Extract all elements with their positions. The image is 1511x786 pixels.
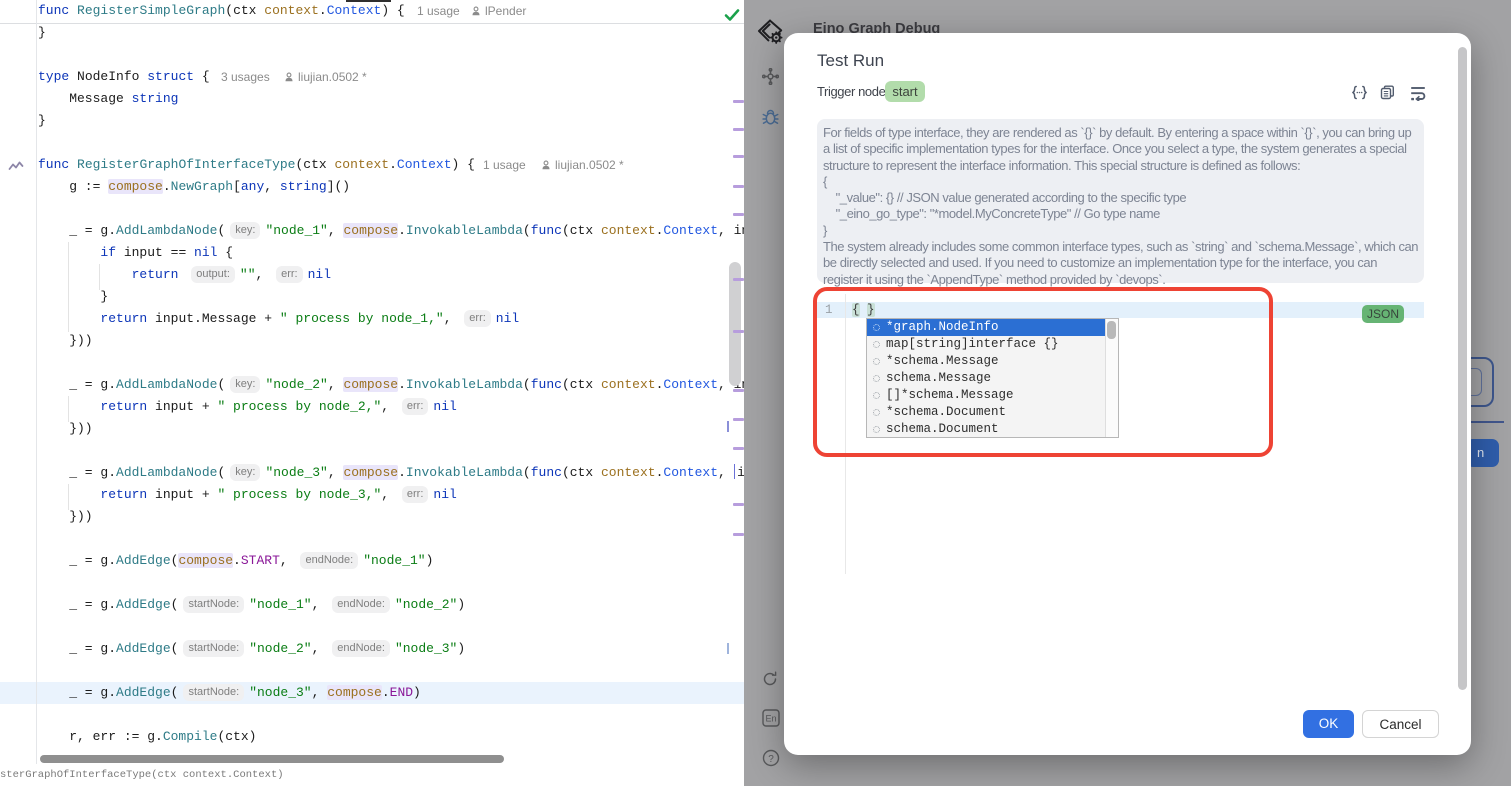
svg-text:En: En [765,714,776,724]
svg-text:?: ? [768,754,774,765]
